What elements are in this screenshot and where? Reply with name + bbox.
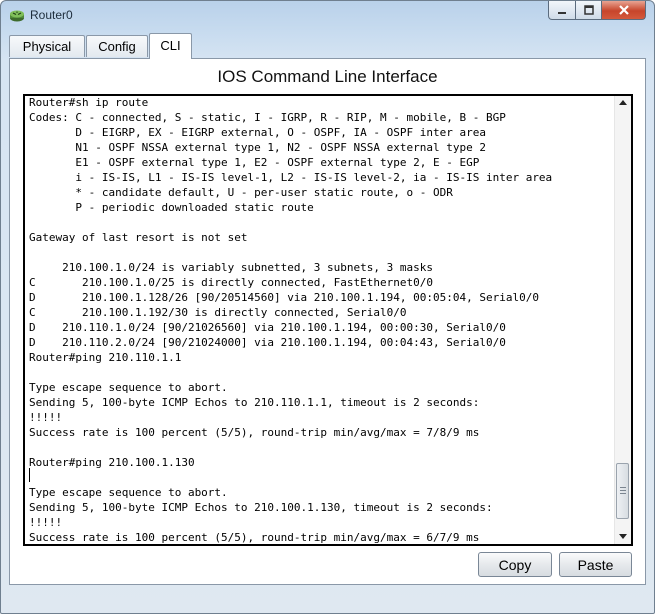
terminal-line: Sending 5, 100-byte ICMP Echos to 210.11… (29, 396, 480, 409)
terminal-line: 210.100.1.0/24 is variably subnetted, 3 … (29, 261, 433, 274)
cli-panel: IOS Command Line Interface Router#sh ip … (9, 58, 646, 585)
scrollbar-thumb[interactable] (616, 463, 629, 519)
terminal-line: D - EIGRP, EX - EIGRP external, O - OSPF… (29, 126, 486, 139)
minimize-button[interactable] (548, 1, 576, 20)
maximize-button[interactable] (576, 1, 602, 20)
terminal-output: Router#sh ip route Codes: C - connected, … (29, 96, 613, 544)
terminal-line: Sending 5, 100-byte ICMP Echos to 210.10… (29, 501, 493, 514)
terminal-line: !!!!! (29, 516, 63, 529)
terminal-line: E1 - OSPF external type 1, E2 - OSPF ext… (29, 156, 480, 169)
router-window: Router0 Physical Config CLI IOS Command … (0, 0, 655, 614)
terminal-line: i - IS-IS, L1 - IS-IS level-1, L2 - IS-I… (29, 171, 553, 184)
terminal-line: N1 - OSPF NSSA external type 1, N2 - OSP… (29, 141, 486, 154)
terminal-line: Gateway of last resort is not set (29, 231, 248, 244)
terminal-line: D 210.100.1.128/26 [90/20514560] via 210… (29, 291, 539, 304)
panel-heading: IOS Command Line Interface (217, 67, 438, 86)
terminal-line: !!!!! (29, 411, 63, 424)
title-bar[interactable]: Router0 (1, 1, 654, 31)
terminal-line: C 210.100.1.0/25 is directly connected, … (29, 276, 433, 289)
scroll-up-icon[interactable] (619, 100, 627, 105)
terminal-line: Codes: C - connected, S - static, I - IG… (29, 111, 506, 124)
terminal-line: * - candidate default, U - per-user stat… (29, 186, 453, 199)
terminal-line: Success rate is 100 percent (5/5), round… (29, 426, 480, 439)
copy-button[interactable]: Copy (478, 552, 552, 577)
minimize-icon (558, 12, 566, 14)
thumb-grip-line (620, 493, 626, 494)
terminal-line: C 210.100.1.192/30 is directly connected… (29, 306, 407, 319)
text-cursor (29, 468, 30, 482)
window-title: Router0 (30, 8, 73, 22)
tab-cli[interactable]: CLI (149, 33, 192, 59)
scroll-down-icon[interactable] (619, 534, 627, 539)
terminal-line: Router#sh ip route (29, 96, 149, 109)
terminal-console[interactable]: Router#sh ip route Codes: C - connected, … (23, 94, 633, 546)
terminal-line: Type escape sequence to abort. (29, 381, 228, 394)
close-button[interactable] (602, 1, 646, 20)
tab-physical[interactable]: Physical (9, 35, 85, 57)
tab-config[interactable]: Config (86, 35, 148, 57)
terminal-line: P - periodic downloaded static route (29, 201, 314, 214)
thumb-grip-line (620, 487, 626, 488)
thumb-grip-line (620, 490, 626, 491)
maximize-icon (583, 5, 594, 15)
terminal-line: Router#ping 210.110.1.1 (29, 351, 182, 364)
terminal-line: D 210.110.2.0/24 [90/21024000] via 210.1… (29, 336, 506, 349)
close-icon (618, 5, 629, 15)
terminal-line: Type escape sequence to abort. (29, 486, 228, 499)
router-icon (10, 10, 24, 22)
terminal-line: Router#ping 210.100.1.130 (29, 456, 195, 469)
vertical-scrollbar[interactable] (614, 96, 631, 544)
terminal-line: Success rate is 100 percent (5/5), round… (29, 531, 480, 544)
terminal-line: D 210.110.1.0/24 [90/21026560] via 210.1… (29, 321, 506, 334)
paste-button[interactable]: Paste (559, 552, 632, 577)
window-controls (548, 1, 646, 21)
